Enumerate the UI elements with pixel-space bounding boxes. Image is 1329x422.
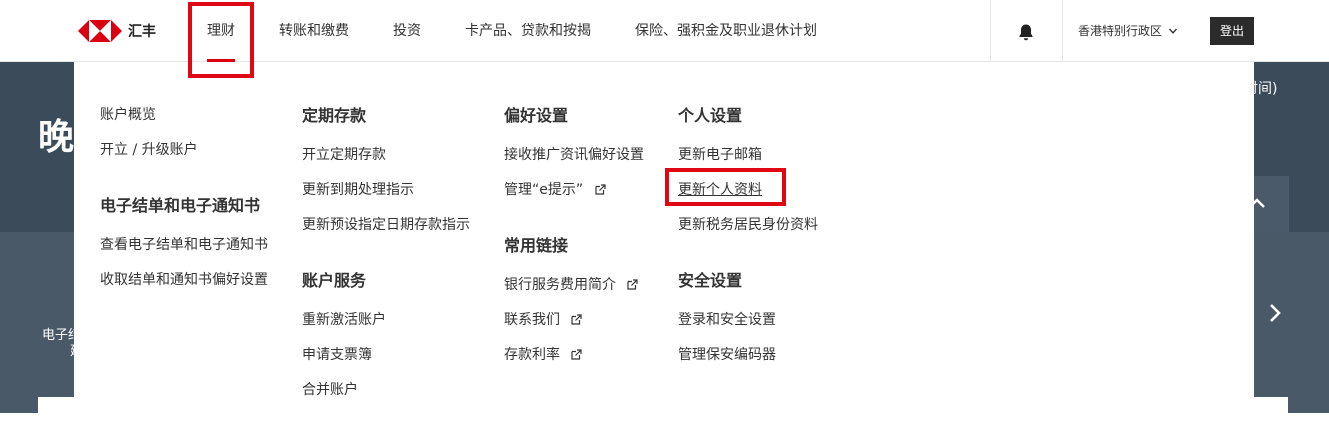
nav-cards-loans-mortgages[interactable]: 卡产品、贷款和按揭	[465, 0, 591, 62]
menu-item-update-tax-residency[interactable]: 更新税务居民身份资料	[678, 214, 818, 234]
menu-heading-preferences: 偏好设置	[504, 106, 569, 125]
menu-item-security-device[interactable]: 管理保安编码器	[678, 344, 776, 364]
menu-item-merge-accounts[interactable]: 合并账户	[302, 379, 358, 399]
nav-transfers-payments[interactable]: 转账和缴费	[279, 0, 349, 62]
external-link-icon	[571, 314, 583, 325]
external-link-icon	[594, 184, 606, 195]
greeting-heading: 晚	[38, 117, 75, 158]
menu-item-reactivate-account[interactable]: 重新激活账户	[302, 309, 386, 329]
menu-item-bank-charges[interactable]: 银行服务费用简介	[504, 274, 639, 294]
menu-item-update-personal-info[interactable]: 更新个人资料	[678, 179, 762, 199]
menu-item-open-time-deposit[interactable]: 开立定期存款	[302, 144, 386, 164]
menu-item-manage-ealerts[interactable]: 管理“e提示”	[504, 179, 606, 199]
wealth-mega-menu: 账户概览 开立 / 升级账户 电子结单和电子通知书 查看电子结单和电子通知书 收…	[74, 62, 1254, 422]
menu-item-request-chequebook[interactable]: 申请支票簿	[302, 344, 372, 364]
logout-button[interactable]: 登出	[1210, 17, 1254, 45]
external-link-icon	[571, 349, 583, 360]
region-selector[interactable]: 香港特别行政区	[1078, 0, 1178, 62]
menu-item-label: 管理“e提示”	[504, 182, 584, 198]
menu-item-update-email[interactable]: 更新电子邮箱	[678, 144, 762, 164]
menu-item-maturity-instruction[interactable]: 更新到期处理指示	[302, 179, 414, 199]
menu-heading-estatements: 电子结单和电子通知书	[100, 196, 261, 215]
menu-item-label: 存款利率	[504, 347, 560, 363]
nav-wealth[interactable]: 理财	[207, 0, 235, 62]
hsbc-logo[interactable]: 汇丰	[78, 18, 156, 44]
bell-icon[interactable]	[1017, 23, 1035, 41]
hsbc-hexagon-icon	[78, 20, 122, 42]
chevron-right-icon[interactable]	[1266, 302, 1284, 324]
nav-insurance-mpf[interactable]: 保险、强积金及职业退休计划	[635, 0, 817, 62]
menu-heading-time-deposits: 定期存款	[302, 106, 367, 125]
menu-item-preset-date-instruction[interactable]: 更新预设指定日期存款指示	[302, 214, 470, 234]
menu-item-open-upgrade-account[interactable]: 开立 / 升级账户	[100, 139, 198, 159]
menu-item-deposit-rates[interactable]: 存款利率	[504, 344, 583, 364]
menu-item-contact-us[interactable]: 联系我们	[504, 309, 583, 329]
menu-heading-security-settings: 安全设置	[678, 271, 743, 290]
menu-item-account-overview[interactable]: 账户概览	[100, 104, 156, 124]
menu-heading-personal-settings: 个人设置	[678, 106, 743, 125]
menu-item-login-security[interactable]: 登录和安全设置	[678, 309, 776, 329]
region-label: 香港特别行政区	[1078, 24, 1163, 38]
external-link-icon	[627, 279, 639, 290]
menu-item-view-estatements[interactable]: 查看电子结单和电子通知书	[100, 234, 268, 254]
nav-investment[interactable]: 投资	[393, 0, 421, 62]
header-divider	[990, 0, 991, 62]
header-divider	[1062, 0, 1063, 62]
top-navigation-bar: 汇丰 理财 转账和缴费 投资 卡产品、贷款和按揭 保险、强积金及职业退休计划 香…	[0, 0, 1329, 62]
menu-heading-account-services: 账户服务	[302, 271, 367, 290]
chevron-down-icon	[1169, 28, 1178, 34]
menu-item-promo-preferences[interactable]: 接收推广资讯偏好设置	[504, 144, 644, 164]
menu-heading-quick-links: 常用链接	[504, 236, 569, 255]
menu-item-label: 银行服务费用简介	[504, 277, 616, 293]
menu-item-label: 联系我们	[504, 312, 560, 328]
menu-item-statement-preferences[interactable]: 收取结单和通知书偏好设置	[100, 269, 268, 289]
logo-text: 汇丰	[128, 24, 156, 40]
